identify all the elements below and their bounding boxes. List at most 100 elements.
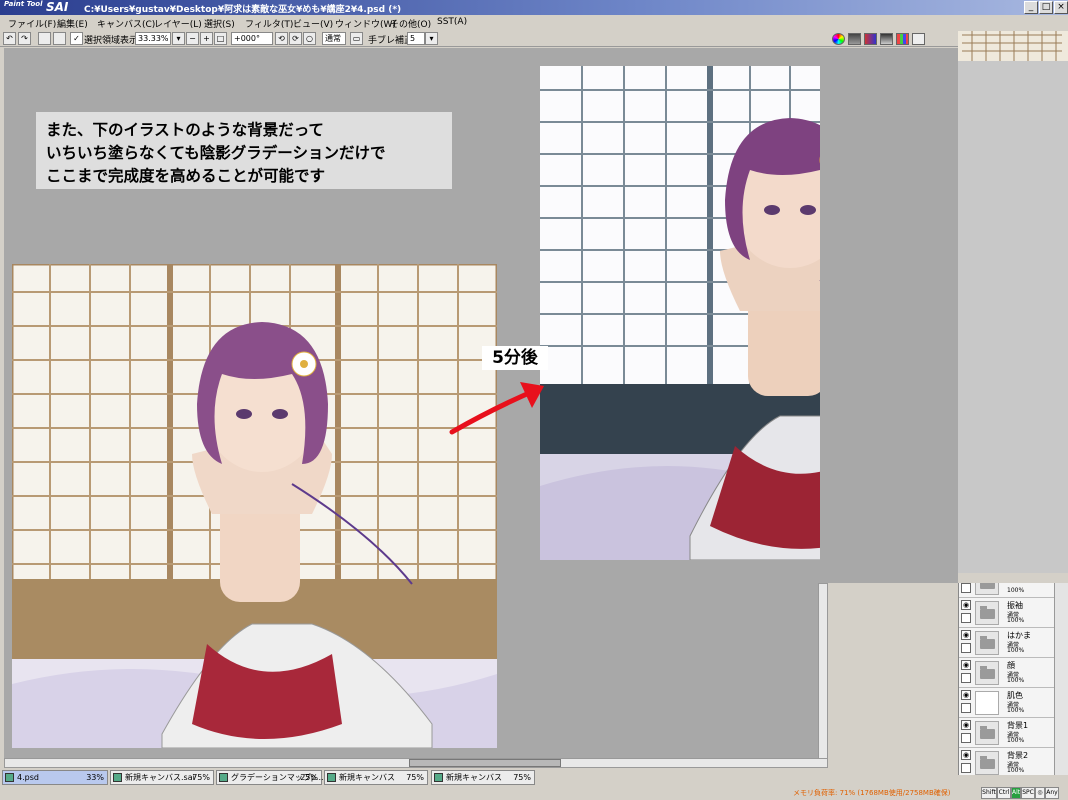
doc-tab-zoom: 75%: [192, 773, 210, 782]
key-spc: SPC: [1021, 787, 1035, 799]
layer-lock-checkbox[interactable]: [961, 703, 971, 713]
menu-canvas[interactable]: キャンバス(C): [97, 17, 155, 30]
rotate-right-icon[interactable]: ⟳: [289, 32, 302, 45]
canvas-vertical-scrollbar[interactable]: [818, 583, 828, 759]
visibility-eye-icon[interactable]: ◉: [961, 660, 971, 670]
doc-tab[interactable]: 4.psd 33%: [2, 770, 108, 785]
layer-opacity: 100%: [1007, 677, 1025, 684]
layer-lock-checkbox[interactable]: [961, 613, 971, 623]
key-any: Any: [1045, 787, 1059, 799]
scrollbar-thumb[interactable]: [409, 759, 561, 767]
layer-lock-checkbox[interactable]: [961, 583, 971, 593]
folder-icon: [975, 721, 999, 745]
menu-select[interactable]: 選択(S): [204, 17, 235, 30]
stabilizer-field[interactable]: 5: [407, 32, 425, 45]
swatches-icon[interactable]: [896, 33, 909, 45]
menu-file[interactable]: ファイル(F): [8, 17, 56, 30]
right-panel-top: [958, 31, 1068, 573]
color-wheel-icon[interactable]: [832, 33, 845, 45]
document-tab-bar: 4.psd 33% 新規キャンバス.sai 75% グラデーションマップp...…: [0, 769, 958, 786]
menu-sst[interactable]: SST(A): [437, 17, 467, 27]
redo-icon[interactable]: ↷: [18, 32, 31, 45]
zoom-dropdown-icon[interactable]: ▾: [172, 32, 185, 45]
logo-big-text: SAI: [46, 0, 69, 14]
invert-selection-icon[interactable]: [53, 32, 66, 45]
layer-lock-checkbox[interactable]: [961, 763, 971, 773]
layer-item[interactable]: ◉ 肌色 通常 100%: [959, 688, 1054, 718]
color-mixer-icon[interactable]: [880, 33, 893, 45]
document-icon: [434, 773, 443, 782]
close-button[interactable]: ×: [1054, 1, 1068, 14]
doc-tab[interactable]: 新規キャンバス 75%: [431, 770, 535, 785]
doc-tab-zoom: 33%: [86, 773, 104, 782]
zoom-field[interactable]: 33.33%: [135, 32, 171, 45]
rgb-slider-icon[interactable]: [848, 33, 861, 45]
doc-tab[interactable]: 新規キャンバス.sai 75%: [110, 770, 214, 785]
layer-item[interactable]: ◉ はかま 通常 100%: [959, 628, 1054, 658]
rotate-reset-icon[interactable]: ○: [303, 32, 316, 45]
visibility-eye-icon[interactable]: ◉: [961, 690, 971, 700]
layer-lock-checkbox[interactable]: [961, 673, 971, 683]
doc-tab-name: 新規キャンバス: [339, 773, 395, 782]
doc-tab-zoom: 75%: [513, 773, 531, 782]
pen-pressure-icon: ◎: [1035, 787, 1045, 799]
menu-layer[interactable]: レイヤー(L): [154, 17, 202, 30]
blend-mode-field[interactable]: 通常: [322, 32, 346, 45]
doc-tab[interactable]: 新規キャンバス 75%: [324, 770, 428, 785]
canvas-horizontal-scrollbar[interactable]: [4, 758, 828, 768]
layer-item[interactable]: ◉ 顔 通常 100%: [959, 658, 1054, 688]
selection-checkbox-label: 選択領域表示: [84, 36, 139, 46]
flip-icon[interactable]: ▭: [350, 32, 363, 45]
hsv-slider-icon[interactable]: [864, 33, 877, 45]
menu-other[interactable]: その他(O): [390, 17, 431, 30]
layer-lock-checkbox[interactable]: [961, 643, 971, 653]
status-bar: メモリ負荷率: 71% (1768MB使用/2758MB確保) Shift Ct…: [0, 786, 1068, 800]
doc-tab[interactable]: グラデーションマップp... 25%: [216, 770, 324, 785]
folder-icon: [975, 601, 999, 625]
doc-tab-name: 新規キャンバス.sai: [125, 773, 195, 782]
rotate-left-icon[interactable]: ⟲: [275, 32, 288, 45]
layer-opacity: 100%: [1007, 707, 1025, 714]
menu-edit[interactable]: 編集(E): [57, 17, 88, 30]
layer-thumbnail: [975, 691, 999, 715]
selection-checkbox[interactable]: ✓: [70, 32, 83, 45]
visibility-eye-icon[interactable]: ◉: [961, 600, 971, 610]
minimize-button[interactable]: _: [1024, 1, 1038, 14]
zoom-in-icon[interactable]: +: [200, 32, 213, 45]
visibility-eye-icon[interactable]: ◉: [961, 750, 971, 760]
scratchpad-icon[interactable]: [912, 33, 925, 45]
menu-window[interactable]: ウィンドウ(W): [335, 17, 396, 30]
illustration-after: [540, 66, 820, 560]
layer-item[interactable]: ◉ 100%: [959, 583, 1054, 598]
folder-icon: [975, 583, 999, 595]
layer-item[interactable]: ◉ 背景2 通常 100%: [959, 748, 1054, 775]
title-bar: Paint Tool SAI C:¥Users¥gustav¥Desktop¥阿…: [0, 0, 1068, 15]
rotation-field[interactable]: +000°: [231, 32, 273, 45]
layer-item[interactable]: ◉ 背景1 通常 100%: [959, 718, 1054, 748]
undo-icon[interactable]: ↶: [3, 32, 16, 45]
menu-view[interactable]: ビュー(V): [293, 17, 333, 30]
navigator-preview[interactable]: [958, 31, 1068, 61]
doc-tab-name: 4.psd: [17, 773, 39, 782]
layer-opacity: 100%: [1007, 647, 1025, 654]
window-title: C:¥Users¥gustav¥Desktop¥阿求は素敵な巫女¥めも¥講座2¥…: [84, 5, 402, 15]
stabilizer-dropdown-icon[interactable]: ▾: [425, 32, 438, 45]
layer-item[interactable]: ◉ 振袖 通常 100%: [959, 598, 1054, 628]
key-alt: Alt: [1011, 787, 1021, 799]
visibility-eye-icon[interactable]: ◉: [961, 630, 971, 640]
layer-panel-scrollbar[interactable]: [1054, 583, 1068, 775]
zoom-reset-icon[interactable]: □: [214, 32, 227, 45]
canvas-area[interactable]: また、下のイラストのような背景だって いちいち塗らなくても陰影グラデーションだけ…: [4, 48, 820, 759]
key-shift: Shift: [981, 787, 997, 799]
zoom-out-icon[interactable]: −: [186, 32, 199, 45]
layer-opacity: 100%: [1007, 587, 1025, 594]
layer-panel: ◉ 100% ◉ 振袖 通常 100% ◉ はかま 通常 100% ◉ 顔 通常…: [958, 583, 1054, 775]
layer-lock-checkbox[interactable]: [961, 733, 971, 743]
menu-bar: ファイル(F) 編集(E) キャンバス(C) レイヤー(L) 選択(S) フィル…: [0, 15, 1068, 30]
visibility-eye-icon[interactable]: ◉: [961, 720, 971, 730]
deselect-icon[interactable]: [38, 32, 51, 45]
layer-opacity: 100%: [1007, 737, 1025, 744]
menu-filter[interactable]: フィルタ(T): [245, 17, 293, 30]
app-logo: Paint Tool SAI: [2, 0, 72, 15]
maximize-button[interactable]: □: [1039, 1, 1053, 14]
